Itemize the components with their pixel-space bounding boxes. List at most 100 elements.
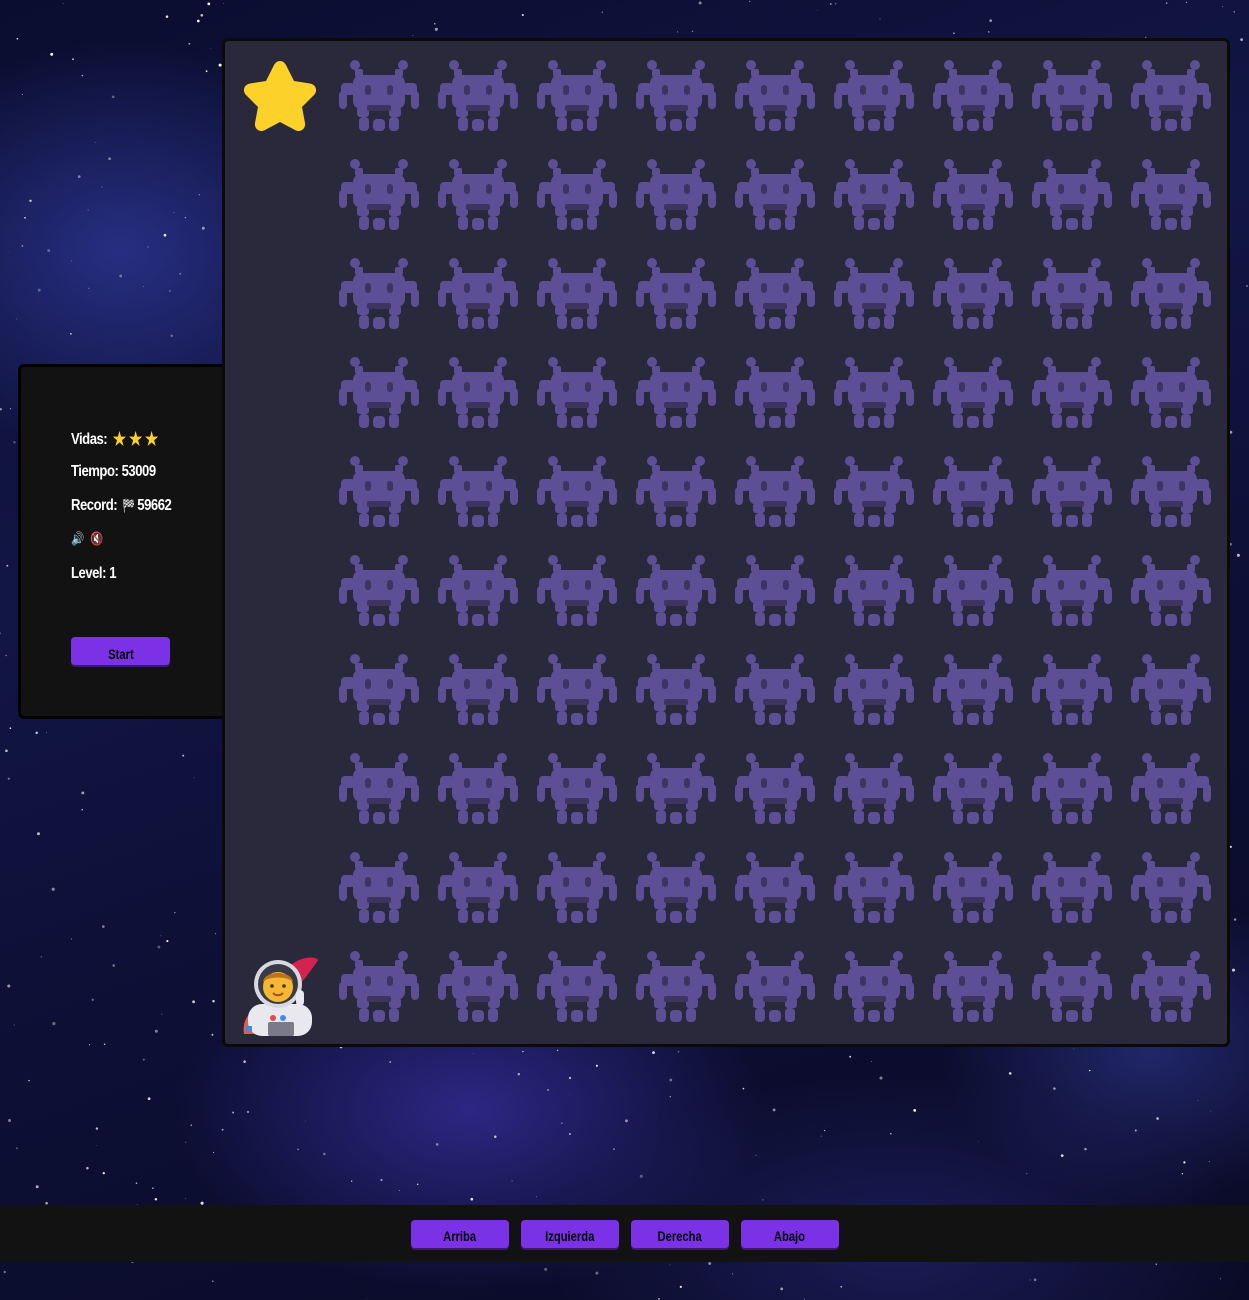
alien-invader-icon	[824, 145, 923, 244]
alien-invader-icon	[824, 937, 923, 1036]
alien-invader-icon	[725, 244, 824, 343]
alien-invader-icon	[1121, 145, 1220, 244]
stats-panel: Vidas: ★ ★ ★ Tiempo: 53009 Record: 🏁 596…	[18, 364, 228, 719]
alien-invader-icon	[923, 442, 1022, 541]
down-button[interactable]: Abajo	[740, 1219, 839, 1248]
empty-cell	[230, 343, 329, 442]
alien-invader-icon	[626, 937, 725, 1036]
alien-invader-icon	[527, 343, 626, 442]
alien-invader-icon	[824, 739, 923, 838]
sound-off-icon[interactable]: 🔇	[90, 531, 103, 547]
life-star-icon: ★	[144, 429, 158, 449]
alien-invader-icon	[1022, 442, 1121, 541]
up-button[interactable]: Arriba	[410, 1219, 509, 1248]
empty-cell	[230, 541, 329, 640]
alien-invader-icon	[428, 244, 527, 343]
empty-cell	[230, 640, 329, 739]
alien-invader-icon	[1022, 145, 1121, 244]
alien-invader-icon	[527, 244, 626, 343]
time-value: 53009	[121, 463, 157, 480]
left-button-label: Izquierda	[544, 1227, 595, 1244]
alien-invader-icon	[824, 343, 923, 442]
alien-invader-icon	[527, 541, 626, 640]
alien-invader-icon	[923, 937, 1022, 1036]
alien-invader-icon	[1022, 838, 1121, 937]
goal-star-icon	[230, 46, 329, 145]
alien-invader-icon	[725, 145, 824, 244]
alien-invader-icon	[923, 640, 1022, 739]
alien-invader-icon	[626, 244, 725, 343]
alien-invader-icon	[527, 46, 626, 145]
level-row: Level: 1	[71, 565, 117, 583]
alien-invader-icon	[626, 46, 725, 145]
record-label: Record:	[71, 497, 118, 514]
alien-invader-icon	[725, 343, 824, 442]
life-star-icon: ★	[128, 429, 142, 449]
alien-invader-icon	[527, 442, 626, 541]
alien-invader-icon	[428, 739, 527, 838]
alien-invader-icon	[626, 739, 725, 838]
alien-invader-icon	[527, 145, 626, 244]
alien-invader-icon	[725, 541, 824, 640]
alien-invader-icon	[1121, 739, 1220, 838]
alien-invader-icon	[824, 244, 923, 343]
alien-invader-icon	[329, 838, 428, 937]
alien-invader-icon	[626, 541, 725, 640]
alien-invader-icon	[1022, 46, 1121, 145]
alien-invader-icon	[1121, 244, 1220, 343]
alien-invader-icon	[824, 541, 923, 640]
down-button-label: Abajo	[773, 1227, 806, 1244]
alien-invader-icon	[1022, 640, 1121, 739]
alien-invader-icon	[824, 640, 923, 739]
alien-invader-icon	[1022, 244, 1121, 343]
alien-invader-icon	[1121, 541, 1220, 640]
empty-cell	[230, 145, 329, 244]
record-row: Record: 🏁 59662	[71, 497, 172, 515]
alien-invader-icon	[1022, 739, 1121, 838]
alien-invader-icon	[527, 739, 626, 838]
time-label: Tiempo:	[71, 463, 119, 480]
alien-invader-icon	[725, 46, 824, 145]
alien-invader-icon	[923, 46, 1022, 145]
alien-invader-icon	[428, 541, 527, 640]
right-button[interactable]: Derecha	[630, 1219, 729, 1248]
alien-invader-icon	[923, 145, 1022, 244]
alien-invader-icon	[725, 937, 824, 1036]
alien-invader-icon	[824, 46, 923, 145]
game-board	[222, 38, 1230, 1047]
controls-bar: Arriba Izquierda Derecha Abajo	[0, 1205, 1249, 1262]
alien-invader-icon	[527, 640, 626, 739]
alien-invader-icon	[428, 838, 527, 937]
alien-invader-icon	[329, 244, 428, 343]
alien-invader-icon	[923, 343, 1022, 442]
alien-invader-icon	[725, 640, 824, 739]
alien-invader-icon	[923, 244, 1022, 343]
alien-invader-icon	[1121, 46, 1220, 145]
alien-invader-icon	[527, 838, 626, 937]
alien-invader-icon	[1121, 442, 1220, 541]
alien-invader-icon	[1022, 937, 1121, 1036]
alien-invader-icon	[329, 343, 428, 442]
right-button-label: Derecha	[657, 1227, 702, 1244]
alien-invader-icon	[428, 640, 527, 739]
alien-invader-icon	[725, 739, 824, 838]
alien-invader-icon	[428, 343, 527, 442]
alien-invader-icon	[626, 343, 725, 442]
alien-invader-icon	[1121, 838, 1220, 937]
start-button-label: Start	[107, 645, 134, 662]
alien-invader-icon	[329, 640, 428, 739]
start-button[interactable]: Start	[71, 637, 170, 665]
level-label: Level:	[71, 565, 106, 582]
alien-invader-icon	[329, 145, 428, 244]
alien-invader-icon	[626, 442, 725, 541]
astronaut-player-icon	[230, 937, 329, 1036]
alien-invader-icon	[428, 442, 527, 541]
alien-invader-icon	[1022, 343, 1121, 442]
left-button[interactable]: Izquierda	[520, 1219, 619, 1248]
checkered-flag-icon: 🏁	[122, 498, 135, 513]
sound-row: 🔊 🔇	[71, 531, 110, 547]
up-button-label: Arriba	[442, 1227, 476, 1244]
alien-invader-icon	[626, 640, 725, 739]
alien-invader-icon	[923, 541, 1022, 640]
sound-on-icon[interactable]: 🔊	[71, 531, 84, 547]
